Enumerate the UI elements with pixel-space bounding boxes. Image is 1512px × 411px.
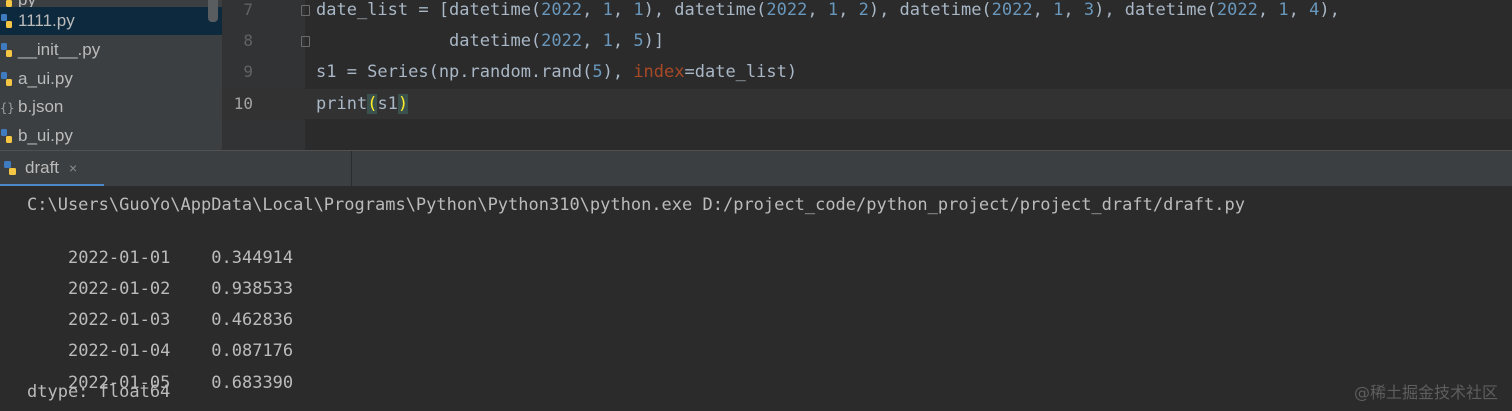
python-file-icon <box>1 14 12 28</box>
python-run-icon <box>4 160 16 175</box>
file-item[interactable]: __init__.py <box>0 36 222 64</box>
sidebar-scrollbar[interactable] <box>208 0 218 22</box>
file-name: b_ui.py <box>18 126 73 145</box>
code-line: datetime(2022, 1, 5)] <box>316 31 665 51</box>
line-number: 7 <box>243 0 253 19</box>
console-dtype: dtype: float64 <box>27 382 171 402</box>
file-item[interactable]: {} b.json <box>0 93 222 121</box>
python-file-icon <box>1 129 12 143</box>
file-item-selected[interactable]: 1111.py <box>0 7 222 35</box>
file-item[interactable]: a_ui.py <box>0 65 222 93</box>
file-name: 1111.py <box>18 11 75 30</box>
svg-text:{}: {} <box>0 101 14 115</box>
file-name: b.json <box>18 97 64 116</box>
project-sidebar: py 1111.py __init__.py a_ui.py {} b.json… <box>0 0 223 150</box>
python-file-icon <box>1 43 12 57</box>
json-file-icon: {} <box>0 101 14 115</box>
close-icon[interactable]: × <box>69 160 77 176</box>
file-item[interactable]: b_ui.py <box>0 122 222 150</box>
file-name: a_ui.py <box>18 69 73 88</box>
file-name: __init__.py <box>18 40 101 59</box>
run-console[interactable]: C:\Users\GuoYo\AppData\Local\Programs\Py… <box>0 186 1512 411</box>
run-tab-draft[interactable]: draft × <box>0 151 104 187</box>
code-line: s1 = Series(np.random.rand(5), index=dat… <box>316 62 798 82</box>
run-tab-label: draft <box>25 157 60 177</box>
code-editor[interactable]: 7 8 9 10 date_list = [datetime(2022, 1, … <box>223 0 1512 150</box>
fold-end-icon[interactable] <box>301 36 310 47</box>
run-tool-window-tabs: draft × <box>0 150 1512 187</box>
line-number: 8 <box>243 31 253 50</box>
current-line-highlight <box>223 89 1512 119</box>
fold-start-icon[interactable] <box>301 5 310 16</box>
console-command: C:\Users\GuoYo\AppData\Local\Programs\Py… <box>27 195 1245 215</box>
line-number: 10 <box>233 94 253 113</box>
code-line: print(s1) <box>316 94 409 114</box>
divider <box>351 151 352 187</box>
output-value: 0.683390 <box>211 373 294 393</box>
line-number: 9 <box>243 62 253 81</box>
code-line: date_list = [datetime(2022, 1, 1), datet… <box>316 0 1340 20</box>
python-file-icon <box>1 72 12 86</box>
watermark: @稀土掘金技术社区 <box>1353 383 1498 402</box>
